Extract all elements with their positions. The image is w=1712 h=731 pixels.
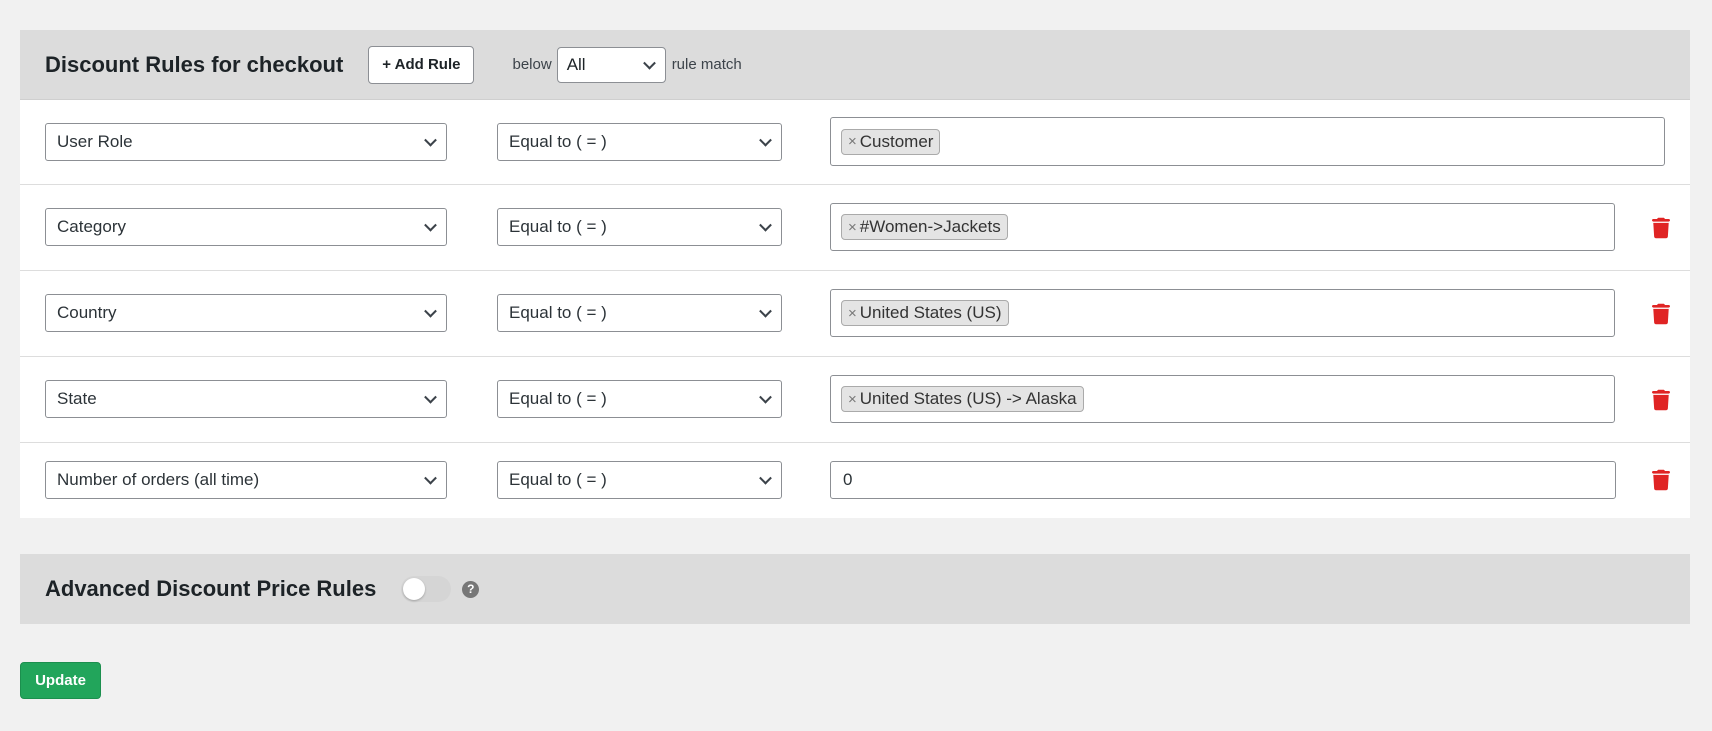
chevron-down-icon — [424, 218, 437, 232]
rule-field-value: Category — [57, 217, 126, 236]
advanced-rules-toggle[interactable] — [401, 576, 452, 602]
trash-icon[interactable] — [1652, 303, 1670, 325]
chevron-down-icon — [424, 390, 437, 404]
value-tag: × #Women->Jackets — [841, 214, 1008, 240]
rule-operator-value: Equal to ( = ) — [509, 470, 607, 489]
chevron-down-icon — [759, 390, 772, 404]
rule-field-value: User Role — [57, 132, 133, 151]
rule-field-select[interactable]: Category — [45, 208, 447, 246]
tag-remove-icon[interactable]: × — [848, 219, 857, 236]
discount-rules-panel: Discount Rules for checkout + Add Rule b… — [20, 30, 1690, 518]
value-tag-label: Customer — [859, 131, 934, 151]
rule-field-value: Country — [57, 303, 117, 322]
rule-value-multiselect[interactable]: × United States (US) -> Alaska — [830, 375, 1615, 423]
rule-row: Country Equal to ( = ) × United States (… — [20, 271, 1690, 357]
rule-operator-select[interactable]: Equal to ( = ) — [497, 123, 782, 161]
rule-field-select[interactable]: Country — [45, 294, 447, 332]
update-button[interactable]: Update — [20, 662, 101, 699]
rule-operator-value: Equal to ( = ) — [509, 303, 607, 322]
rule-operator-select[interactable]: Equal to ( = ) — [497, 294, 782, 332]
rule-operator-select[interactable]: Equal to ( = ) — [497, 461, 782, 499]
rule-value-multiselect[interactable]: × #Women->Jackets — [830, 203, 1615, 251]
value-tag: × United States (US) — [841, 300, 1009, 326]
rule-operator-select[interactable]: Equal to ( = ) — [497, 208, 782, 246]
rule-value-input[interactable]: 0 — [830, 461, 1616, 499]
rule-field-select[interactable]: User Role — [45, 123, 447, 161]
rule-field-value: State — [57, 389, 97, 408]
rule-row: User Role Equal to ( = ) × Customer — [20, 100, 1690, 185]
rule-match-select-value: All — [566, 54, 586, 74]
advanced-panel-title: Advanced Discount Price Rules — [45, 576, 377, 601]
rule-field-value: Number of orders (all time) — [57, 470, 260, 489]
chevron-down-icon — [424, 304, 437, 318]
rule-operator-value: Equal to ( = ) — [509, 217, 607, 236]
value-tag-label: United States (US) — [859, 303, 1002, 322]
chevron-down-icon — [642, 56, 656, 70]
chevron-down-icon — [424, 133, 437, 147]
toggle-knob — [403, 578, 426, 600]
rule-value-multiselect[interactable]: × Customer — [830, 117, 1665, 166]
trash-icon[interactable] — [1652, 389, 1670, 411]
below-label: below — [512, 56, 552, 73]
rule-match-label: rule match — [671, 56, 742, 73]
chevron-down-icon — [759, 133, 772, 147]
help-icon[interactable]: ? — [462, 580, 480, 598]
value-tag-label: United States (US) -> Alaska — [859, 389, 1077, 408]
chevron-down-icon — [759, 304, 772, 318]
rules-panel-header: Discount Rules for checkout + Add Rule b… — [20, 30, 1690, 100]
chevron-down-icon — [424, 471, 437, 485]
rule-operator-select[interactable]: Equal to ( = ) — [497, 380, 782, 418]
value-tag-label: #Women->Jackets — [859, 217, 1001, 236]
rule-operator-value: Equal to ( = ) — [509, 132, 607, 151]
trash-icon[interactable] — [1652, 469, 1670, 491]
trash-icon[interactable] — [1652, 217, 1670, 239]
rule-operator-value: Equal to ( = ) — [509, 389, 607, 408]
rules-panel-title: Discount Rules for checkout — [45, 51, 344, 77]
rule-value-multiselect[interactable]: × United States (US) — [830, 289, 1615, 337]
add-rule-button[interactable]: + Add Rule — [368, 45, 475, 84]
tag-remove-icon[interactable]: × — [848, 305, 857, 322]
tag-remove-icon[interactable]: × — [848, 133, 857, 150]
rule-value-input-text: 0 — [843, 470, 853, 489]
advanced-panel-header: Advanced Discount Price Rules ? — [20, 554, 1690, 624]
rule-field-select[interactable]: Number of orders (all time) — [45, 461, 447, 499]
value-tag: × Customer — [841, 128, 941, 155]
rule-match-select[interactable]: All — [556, 46, 666, 83]
tag-remove-icon[interactable]: × — [848, 391, 857, 408]
advanced-discount-panel: Advanced Discount Price Rules ? — [20, 554, 1690, 624]
rule-row: State Equal to ( = ) × United States (US… — [20, 357, 1690, 443]
rule-row: Number of orders (all time) Equal to ( =… — [20, 443, 1690, 518]
rule-row: Category Equal to ( = ) × #Women->Jacket… — [20, 185, 1690, 271]
chevron-down-icon — [759, 218, 772, 232]
value-tag: × United States (US) -> Alaska — [841, 386, 1084, 412]
chevron-down-icon — [759, 471, 772, 485]
rule-field-select[interactable]: State — [45, 380, 447, 418]
